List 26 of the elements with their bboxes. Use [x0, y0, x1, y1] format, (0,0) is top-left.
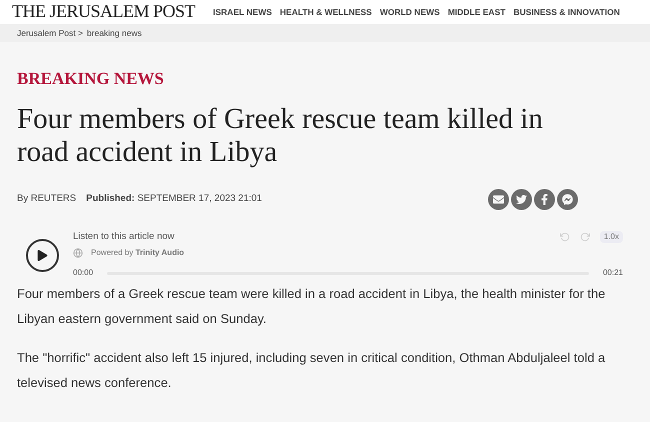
article-paragraph: The "horrific" accident also left 15 injured, including seven in critical condition, Othman Abduljaleel told a televised news conference.	[17, 349, 606, 392]
nav-link[interactable]: ISRAEL NEWS	[213, 6, 272, 18]
breadcrumb-link[interactable]: breaking news	[86, 26, 142, 40]
play-icon	[37, 250, 48, 261]
nav-link[interactable]: WORLD NEWS	[380, 6, 440, 18]
twitter-bird-icon[interactable]	[511, 189, 532, 210]
article-headline: Four members of Greek rescue team killed in road accident in Libya	[17, 103, 544, 169]
article-paragraph: Four members of a Greek rescue team were killed in a road accident in Libya, the health minister for the Libyan eastern government said on Sunday.	[17, 285, 606, 328]
facebook-icon[interactable]	[534, 189, 555, 210]
site-logo[interactable]: THE JERUSALEM POST	[12, 2, 196, 22]
nav-link[interactable]: BUSINESS & INNOVATION	[513, 6, 620, 18]
byline: By REUTERS	[17, 192, 76, 206]
breadcrumb-link[interactable]: Jerusalem Post >	[17, 26, 83, 40]
nav-link[interactable]: MIDDLE EAST	[448, 6, 506, 18]
publish-date: Published: SEPTEMBER 17, 2023 21:01	[86, 192, 262, 206]
email-share-icon[interactable]	[488, 189, 509, 210]
current-time: 00:00	[73, 267, 94, 280]
play-button[interactable]	[26, 239, 59, 272]
duration-time: 00:21	[602, 267, 623, 280]
globe-icon	[73, 248, 83, 258]
messenger-icon[interactable]	[557, 189, 578, 210]
nav-link[interactable]: HEALTH & WELLNESS	[280, 6, 372, 18]
audio-title: Listen to this article now	[73, 230, 174, 244]
powered-by-text: Powered by Trinity Audio	[91, 247, 184, 260]
category-label[interactable]: BREAKING NEWS	[17, 70, 633, 87]
speed-button[interactable]: 1.0x	[600, 231, 623, 244]
